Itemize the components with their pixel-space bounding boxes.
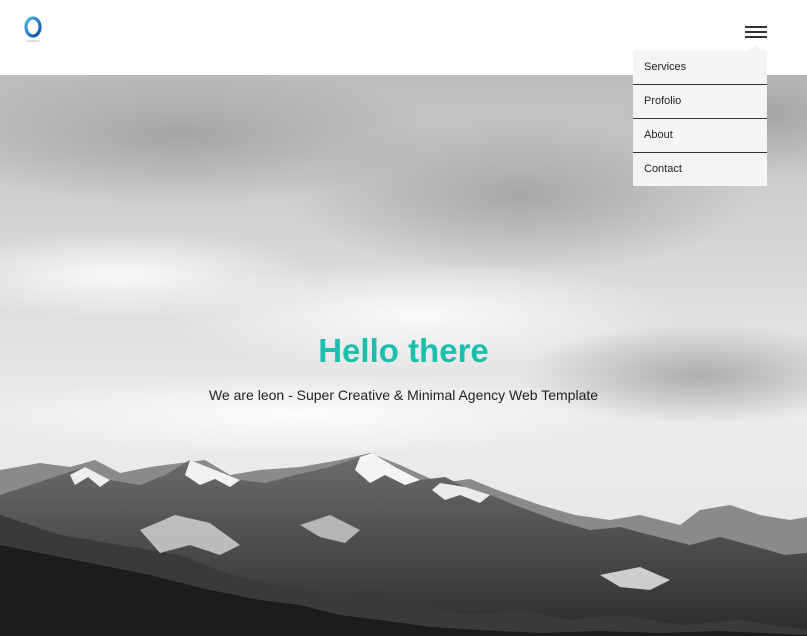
nav-dropdown-menu: Services Profolio About Contact: [633, 45, 767, 186]
hamburger-line: [745, 31, 767, 33]
hero-subtitle: We are leon - Super Creative & Minimal A…: [208, 387, 599, 403]
menu-item-profolio[interactable]: Profolio: [633, 85, 767, 119]
menu-item-about[interactable]: About: [633, 119, 767, 153]
logo[interactable]: [20, 14, 48, 44]
logo-icon: [24, 16, 42, 42]
page: Hello there We are leon - Super Creative…: [0, 0, 807, 636]
hamburger-line: [745, 36, 767, 38]
hamburger-line: [745, 26, 767, 28]
menu-item-services[interactable]: Services: [633, 51, 767, 85]
hero-title: Hello there: [318, 332, 489, 369]
menu-caret: [749, 45, 761, 51]
menu-toggle-button[interactable]: [745, 26, 767, 40]
menu-item-contact[interactable]: Contact: [633, 153, 767, 186]
